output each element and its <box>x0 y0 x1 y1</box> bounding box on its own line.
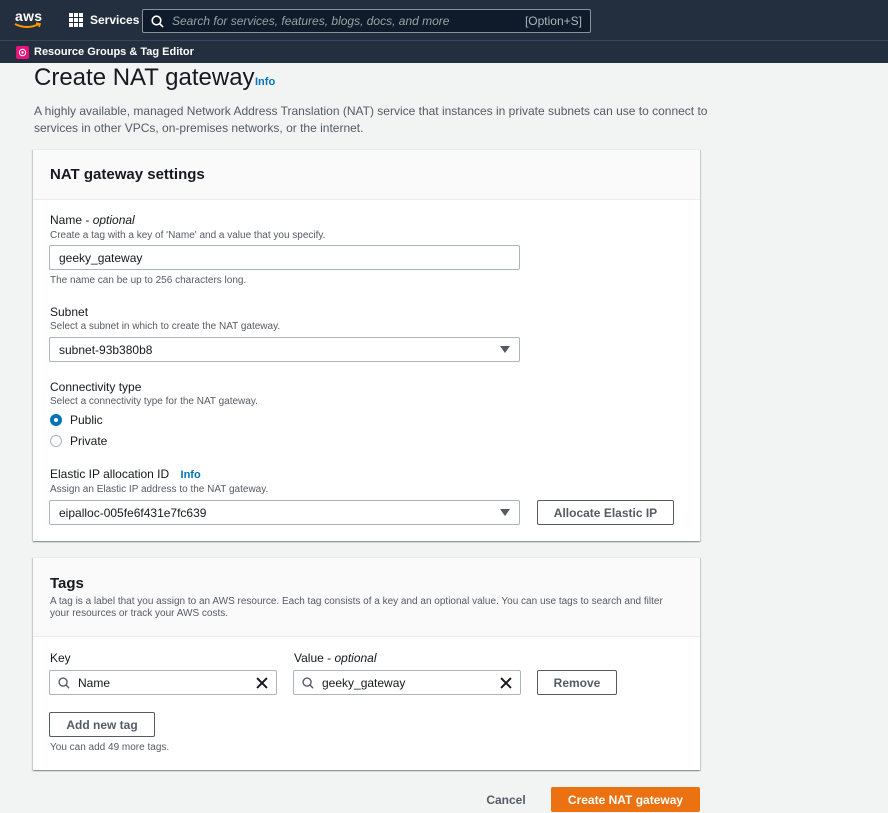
subnet-select[interactable]: subnet-93b380b8 <box>49 337 520 362</box>
name-input[interactable]: geeky_gateway <box>49 245 520 270</box>
subnet-select-value: subnet-93b380b8 <box>59 342 153 357</box>
tag-value-label: Value - optional <box>294 651 377 665</box>
search-placeholder: Search for services, features, blogs, do… <box>172 14 450 28</box>
search-icon <box>151 14 164 28</box>
tag-key-value: Name <box>78 675 111 690</box>
remove-tag-button[interactable]: Remove <box>537 670 617 695</box>
services-label: Services <box>90 13 140 27</box>
tag-value-value: geeky_gateway <box>322 675 406 690</box>
eip-select-value: eipalloc-005fe6f431e7fc639 <box>59 505 207 520</box>
caret-down-icon <box>500 509 510 516</box>
subnet-description: Select a subnet in which to create the N… <box>50 321 281 332</box>
name-description: Create a tag with a key of 'Name' and a … <box>50 230 326 241</box>
tag-value-input[interactable]: geeky_gateway <box>293 670 521 695</box>
page-info-link[interactable]: Info <box>255 76 275 88</box>
tags-header: Tags A tag is a label that you assign to… <box>33 558 700 637</box>
connectivity-description: Select a connectivity type for the NAT g… <box>50 396 258 407</box>
name-input-value: geeky_gateway <box>59 250 143 265</box>
clear-icon[interactable] <box>500 677 512 689</box>
add-new-tag-button[interactable]: Add new tag <box>49 712 155 737</box>
smile-arrow-icon <box>14 22 42 28</box>
resource-groups-icon <box>16 45 29 59</box>
connectivity-option-public[interactable]: Public <box>50 413 103 427</box>
search-icon <box>58 676 70 689</box>
search-icon <box>302 676 314 689</box>
connectivity-label: Connectivity type <box>50 380 142 394</box>
page-title: Create NAT gateway <box>34 64 255 91</box>
connectivity-option-label: Public <box>70 413 103 427</box>
settings-title: NAT gateway settings <box>50 166 205 183</box>
name-label: Name - optional <box>50 213 135 227</box>
connectivity-option-label: Private <box>70 434 108 448</box>
aws-logo[interactable]: aws <box>14 8 42 32</box>
tag-key-input[interactable]: Name <box>49 670 277 695</box>
eip-info-link[interactable]: Info <box>181 469 201 481</box>
eip-select[interactable]: eipalloc-005fe6f431e7fc639 <box>49 500 520 525</box>
services-menu-button[interactable]: Services <box>62 0 139 40</box>
search-shortcut: [Option+S] <box>524 14 582 28</box>
connectivity-option-private[interactable]: Private <box>50 434 107 448</box>
tags-description: A tag is a label that you assign to an A… <box>50 596 663 619</box>
radio-unselected-icon[interactable] <box>50 435 62 447</box>
tags-title: Tags <box>50 575 84 592</box>
grid-icon <box>69 13 83 27</box>
top-navigation: aws Services Search for services, featur… <box>0 0 888 40</box>
tag-key-label: Key <box>50 651 71 665</box>
name-hint: The name can be up to 256 characters lon… <box>50 275 247 286</box>
global-search-input[interactable]: Search for services, features, blogs, do… <box>142 9 591 33</box>
nat-gateway-settings-panel: NAT gateway settings Name - optional Cre… <box>33 149 700 541</box>
subnet-label: Subnet <box>50 305 89 319</box>
page-description: A highly available, managed Network Addr… <box>34 104 708 135</box>
eip-description: Assign an Elastic IP address to the NAT … <box>50 484 269 495</box>
eip-label: Elastic IP allocation ID Info <box>50 467 201 481</box>
resource-groups-link[interactable]: Resource Groups & Tag Editor <box>34 46 194 58</box>
create-nat-gateway-button[interactable]: Create NAT gateway <box>551 787 700 812</box>
cancel-button[interactable]: Cancel <box>476 787 536 812</box>
clear-icon[interactable] <box>256 677 268 689</box>
radio-selected-icon[interactable] <box>50 414 62 426</box>
allocate-elastic-ip-button[interactable]: Allocate Elastic IP <box>537 500 674 525</box>
tags-panel: Tags A tag is a label that you assign to… <box>33 557 700 770</box>
caret-down-icon <box>500 346 510 353</box>
tags-limit-text: You can add 49 more tags. <box>50 742 170 753</box>
favorites-bar: Resource Groups & Tag Editor <box>0 40 888 63</box>
settings-header: NAT gateway settings <box>33 150 700 200</box>
